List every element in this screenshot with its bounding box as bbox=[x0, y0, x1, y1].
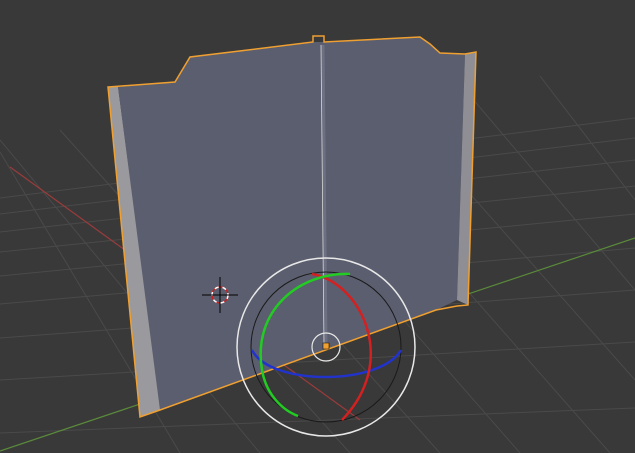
viewport-canvas[interactable] bbox=[0, 0, 635, 453]
3d-viewport[interactable] bbox=[0, 0, 635, 453]
selected-object[interactable] bbox=[107, 35, 477, 419]
object-origin-dot bbox=[322, 342, 330, 350]
object-front-face bbox=[118, 37, 465, 410]
